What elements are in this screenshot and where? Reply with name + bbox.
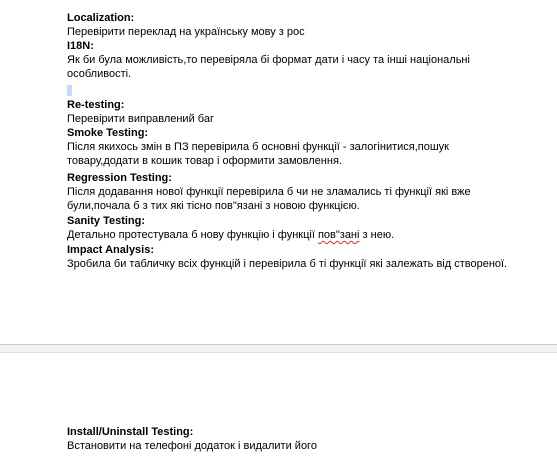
- localization-heading: Localization:: [67, 12, 135, 24]
- regression-text-line-2: були,почала б з тих які тісно пов"язані …: [67, 200, 360, 212]
- retesting-section: Re-testing: Перевірити виправлений баг: [67, 98, 537, 126]
- install-text: Встановити на телефоні додаток і видалит…: [67, 440, 317, 452]
- smoke-text-line-1: Після якихось змін в ПЗ перевірила б осн…: [67, 141, 449, 153]
- retesting-text: Перевірити виправлений баг: [67, 113, 214, 125]
- localization-section: Localization: Перевірити переклад на укр…: [67, 11, 537, 39]
- i18n-text-line-1: Як би була можливість,то перевіряла бі ф…: [67, 54, 470, 66]
- i18n-text-line-2: особливості.: [67, 68, 132, 80]
- document-page-1[interactable]: Localization: Перевірити переклад на укр…: [0, 0, 557, 344]
- install-section: Install/Uninstall Testing: Встановити на…: [67, 425, 537, 453]
- impact-heading: Impact Analysis:: [67, 244, 155, 256]
- spellcheck-flagged-word[interactable]: пов"зані: [318, 229, 360, 241]
- sanity-text-after: з нею.: [359, 229, 395, 241]
- text-selection-highlight: [67, 85, 72, 96]
- impact-section: Impact Analysis: Зробила би табличку всі…: [67, 243, 537, 271]
- sanity-text-before: Детально протестувала б нову функцію і ф…: [67, 229, 318, 241]
- regression-section: Regression Testing: Після додавання ново…: [67, 171, 537, 213]
- sanity-text: Детально протестувала б нову функцію і ф…: [67, 228, 537, 242]
- i18n-section: I18N: Як би була можливість,то перевірял…: [67, 39, 537, 81]
- sanity-heading: Sanity Testing:: [67, 215, 146, 227]
- page-break: [0, 344, 557, 353]
- smoke-heading: Smoke Testing:: [67, 127, 149, 139]
- document-page-2[interactable]: Install/Uninstall Testing: Встановити на…: [0, 353, 557, 462]
- regression-heading: Regression Testing:: [67, 172, 172, 184]
- retesting-heading: Re-testing:: [67, 99, 125, 111]
- install-heading: Install/Uninstall Testing:: [67, 426, 194, 438]
- smoke-section: Smoke Testing: Після якихось змін в ПЗ п…: [67, 126, 537, 168]
- localization-text: Перевірити переклад на українську мову з…: [67, 26, 305, 38]
- sanity-section: Sanity Testing: Детально протестувала б …: [67, 214, 537, 242]
- regression-text-line-1: Після додавання нової функції перевірила…: [67, 186, 471, 198]
- impact-text: Зробила би табличку всіх функцій і перев…: [67, 258, 508, 270]
- smoke-text-line-2: товару,додати в кошик товар і оформити з…: [67, 155, 342, 167]
- i18n-heading: I18N:: [67, 40, 94, 52]
